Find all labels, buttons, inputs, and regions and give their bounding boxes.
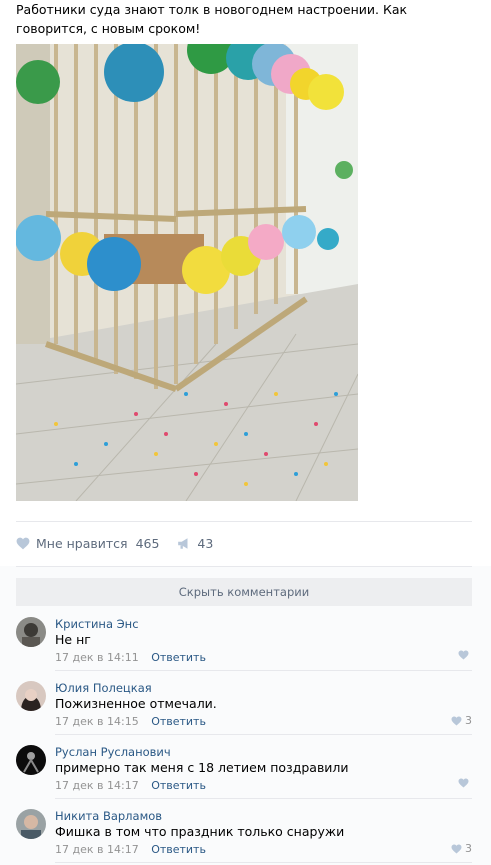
like-button[interactable]: Мне нравится 465 <box>16 536 159 551</box>
comment-like-button[interactable]: 3 <box>451 842 472 855</box>
comment-text: Пожизненное отмечали. <box>55 696 217 711</box>
comment: Кристина Энс Не нг 17 дек в 14:11 Ответи… <box>16 617 472 664</box>
comment-like-count: 3 <box>465 842 472 855</box>
comment-meta: 17 дек в 14:17 Ответить <box>55 843 206 856</box>
comment-separator <box>55 734 472 735</box>
comment-separator <box>55 862 472 863</box>
comment-text: Не нг <box>55 632 91 647</box>
comment-separator <box>55 798 472 799</box>
comments-divider <box>16 566 472 567</box>
avatar[interactable] <box>16 617 46 647</box>
comment-text: примерно так меня с 18 летием поздравили <box>55 760 349 775</box>
post-divider <box>16 521 472 522</box>
post-actions: Мне нравится 465 43 <box>16 534 231 552</box>
photo-illustration <box>16 44 358 501</box>
comment: Руслан Русланович примерно так меня с 18… <box>16 745 472 792</box>
comment-date[interactable]: 17 дек в 14:17 <box>55 779 139 792</box>
avatar-image <box>16 745 46 775</box>
megaphone-icon <box>178 537 188 549</box>
avatar[interactable] <box>16 809 46 839</box>
hide-comments-button[interactable]: Скрыть комментарии <box>16 578 472 606</box>
comment: Юлия Полецкая Пожизненное отмечали. 17 д… <box>16 681 472 728</box>
like-count: 465 <box>135 535 160 551</box>
heart-icon <box>451 843 462 854</box>
comment-author[interactable]: Руслан Русланович <box>55 745 171 759</box>
comment-like-button[interactable]: 3 <box>451 714 472 727</box>
comment-like-button[interactable] <box>458 650 472 660</box>
heart-icon <box>458 778 469 788</box>
comment-author[interactable]: Кристина Энс <box>55 617 139 631</box>
avatar[interactable] <box>16 681 46 711</box>
reply-link[interactable]: Ответить <box>151 779 206 792</box>
post-text: Работники суда знают толк в новогоднем н… <box>16 2 408 36</box>
heart-icon <box>451 715 462 726</box>
avatar-image <box>16 809 46 839</box>
comment-date[interactable]: 17 дек в 14:11 <box>55 651 139 664</box>
comment-author[interactable]: Юлия Полецкая <box>55 681 152 695</box>
heart-icon <box>458 650 469 660</box>
post-photo[interactable] <box>16 44 358 501</box>
comment-date[interactable]: 17 дек в 14:15 <box>55 715 139 728</box>
reply-link[interactable]: Ответить <box>151 651 206 664</box>
avatar-image <box>16 617 46 647</box>
heart-icon <box>16 537 30 549</box>
comment-separator <box>55 670 472 671</box>
comment-text: Фишка в том что праздник только снаружи <box>55 824 345 839</box>
avatar-image <box>16 681 46 711</box>
avatar[interactable] <box>16 745 46 775</box>
comment-author[interactable]: Никита Варламов <box>55 809 162 823</box>
share-count: 43 <box>197 535 214 551</box>
comment: Никита Варламов Фишка в том что праздник… <box>16 809 472 856</box>
reply-link[interactable]: Ответить <box>151 843 206 856</box>
comment-meta: 17 дек в 14:11 Ответить <box>55 651 206 664</box>
comment-like-count: 3 <box>465 714 472 727</box>
comment-meta: 17 дек в 14:17 Ответить <box>55 779 206 792</box>
like-label: Мне нравится <box>36 535 128 551</box>
comment-like-button[interactable] <box>458 778 472 788</box>
comment-meta: 17 дек в 14:15 Ответить <box>55 715 206 728</box>
reply-link[interactable]: Ответить <box>151 715 206 728</box>
share-button[interactable]: 43 <box>177 536 213 551</box>
comment-date[interactable]: 17 дек в 14:17 <box>55 843 139 856</box>
